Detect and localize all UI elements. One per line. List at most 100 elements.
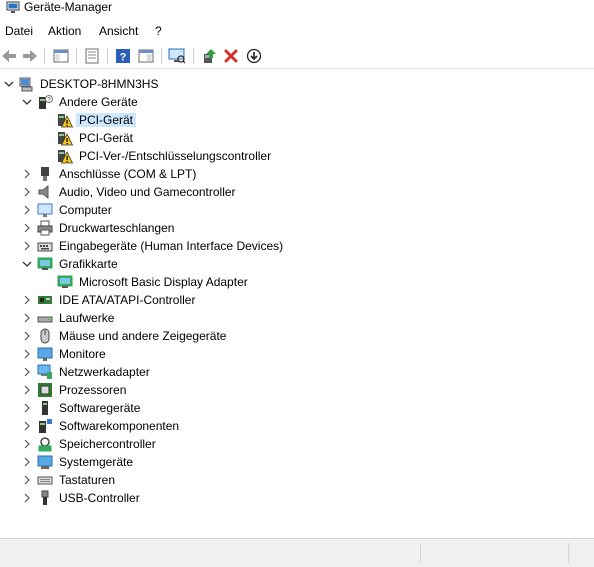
back-button[interactable] [0, 47, 18, 65]
tree-group-maeuse[interactable]: Mäuse und andere Zeigegeräte [0, 327, 594, 345]
display-adapter-icon [37, 257, 53, 270]
menu-aktion[interactable]: Aktion [48, 24, 81, 38]
tree-group-label: Andere Geräte [59, 95, 138, 109]
computer-icon [37, 203, 53, 217]
tree-item-label: PCI-Gerät [79, 131, 134, 145]
device-manager-icon [6, 1, 20, 13]
chevron-right-icon[interactable] [22, 169, 32, 179]
tree-group-anschluesse[interactable]: Anschlüsse (COM & LPT) [0, 165, 594, 183]
window-title: Geräte-Manager [24, 0, 113, 14]
tree-group-audio[interactable]: Audio, Video und Gamecontroller [0, 183, 594, 201]
tree-group-systemgeraete[interactable]: Systemgeräte [0, 453, 594, 471]
action-pane-icon [138, 49, 154, 63]
tree-item-pci-geraet-2[interactable]: PCI-Gerät [0, 129, 594, 147]
menu-datei[interactable]: Datei [5, 24, 33, 38]
software-device-icon [42, 401, 48, 415]
tree-item-label: Microsoft Basic Display Adapter [79, 275, 248, 289]
tree-group-usb-controller[interactable]: USB-Controller [0, 489, 594, 507]
toolbar-separator [44, 48, 45, 64]
tree-group-andere-geraete[interactable]: ? Andere Geräte [0, 93, 594, 111]
monitor-icon [37, 347, 53, 361]
tree-group-label: Audio, Video und Gamecontroller [59, 185, 236, 199]
chevron-right-icon[interactable] [22, 349, 32, 359]
title-bar: Geräte-Manager [0, 0, 594, 18]
system-device-icon [37, 455, 53, 469]
chevron-right-icon[interactable] [22, 313, 32, 323]
forward-arrow-icon [23, 50, 37, 62]
chevron-right-icon[interactable] [22, 475, 32, 485]
chevron-right-icon[interactable] [22, 457, 32, 467]
tree-group-computer[interactable]: Computer [0, 201, 594, 219]
chevron-right-icon[interactable] [22, 295, 32, 305]
scan-hardware-button[interactable] [168, 47, 186, 65]
chevron-right-icon[interactable] [22, 385, 32, 395]
tree-group-label: USB-Controller [59, 491, 140, 505]
menu-bar: Datei Aktion Ansicht ? [0, 20, 594, 42]
update-driver-button[interactable] [200, 47, 218, 65]
tree-group-netzwerkadapter[interactable]: Netzwerkadapter [0, 363, 594, 381]
tree-group-eingabegeraete[interactable]: Eingabegeräte (Human Interface Devices) [0, 237, 594, 255]
display-adapter-icon [57, 275, 73, 288]
chevron-right-icon[interactable] [22, 223, 32, 233]
uninstall-device-button[interactable] [222, 47, 240, 65]
chevron-down-icon[interactable] [22, 259, 32, 269]
show-hide-console-tree-button[interactable] [52, 47, 70, 65]
port-icon [41, 167, 49, 181]
tree-item-pci-geraet-1[interactable]: PCI-Gerät [0, 111, 594, 129]
tree-group-softwaregeraete[interactable]: Softwaregeräte [0, 399, 594, 417]
help-button[interactable]: ? [114, 47, 132, 65]
chevron-right-icon[interactable] [22, 439, 32, 449]
uninstall-x-icon [224, 49, 238, 63]
forward-button[interactable] [21, 47, 39, 65]
chevron-down-icon[interactable] [4, 79, 14, 89]
status-bar [0, 538, 594, 567]
action-pane-button[interactable] [137, 47, 155, 65]
tree-group-ide-controller[interactable]: IDE ATA/ATAPI-Controller [0, 291, 594, 309]
tree-group-tastaturen[interactable]: Tastaturen [0, 471, 594, 489]
tree-item-basic-display-adapter[interactable]: Microsoft Basic Display Adapter [0, 273, 594, 291]
tree-group-prozessoren[interactable]: Prozessoren [0, 381, 594, 399]
menu-help[interactable]: ? [155, 24, 162, 38]
tree-item-pci-crypto-controller[interactable]: PCI-Ver-/Entschlüsselungscontroller [0, 147, 594, 165]
disable-device-button[interactable] [245, 47, 263, 65]
unknown-device-icon: ? [39, 95, 53, 109]
tree-root[interactable]: DESKTOP-8HMN3HS [0, 75, 594, 93]
tree-group-speichercontroller[interactable]: Speichercontroller [0, 435, 594, 453]
chevron-right-icon[interactable] [22, 331, 32, 341]
tree-group-label: Laufwerke [59, 311, 115, 325]
chevron-right-icon[interactable] [22, 205, 32, 215]
console-tree-icon [53, 49, 69, 63]
tree-group-label: Mäuse und andere Zeigegeräte [59, 329, 227, 343]
tree-group-druckwarteschlangen[interactable]: Druckwarteschlangen [0, 219, 594, 237]
software-component-icon [39, 419, 52, 433]
warning-device-icon [58, 114, 73, 128]
tree-group-monitore[interactable]: Monitore [0, 345, 594, 363]
toolbar-separator [161, 48, 162, 64]
chevron-right-icon[interactable] [22, 367, 32, 377]
tree-group-grafikkarte[interactable]: Grafikkarte [0, 255, 594, 273]
tree-item-label: PCI-Ver-/Entschlüsselungscontroller [79, 149, 272, 163]
tree-group-label: Monitore [59, 347, 106, 361]
chevron-down-icon[interactable] [22, 97, 32, 107]
properties-button[interactable] [83, 47, 101, 65]
tree-group-laufwerke[interactable]: Laufwerke [0, 309, 594, 327]
download-arrow-icon [246, 48, 262, 64]
chevron-right-icon[interactable] [22, 187, 32, 197]
computer-icon [19, 77, 33, 92]
tree-group-label: Netzwerkadapter [59, 365, 150, 379]
ide-controller-icon [38, 296, 52, 304]
toolbar-separator [76, 48, 77, 64]
toolbar-separator [107, 48, 108, 64]
chevron-right-icon[interactable] [22, 241, 32, 251]
tree-group-softwarekomponenten[interactable]: Softwarekomponenten [0, 417, 594, 435]
speaker-icon [38, 184, 49, 200]
tree-group-label: Grafikkarte [59, 257, 118, 271]
chevron-right-icon[interactable] [22, 403, 32, 413]
warning-device-icon [58, 132, 73, 146]
tree-group-label: Druckwarteschlangen [59, 221, 175, 235]
computer-name: DESKTOP-8HMN3HS [40, 77, 159, 91]
tree-group-label: Computer [59, 203, 112, 217]
chevron-right-icon[interactable] [22, 421, 32, 431]
menu-ansicht[interactable]: Ansicht [99, 24, 138, 38]
chevron-right-icon[interactable] [22, 493, 32, 503]
